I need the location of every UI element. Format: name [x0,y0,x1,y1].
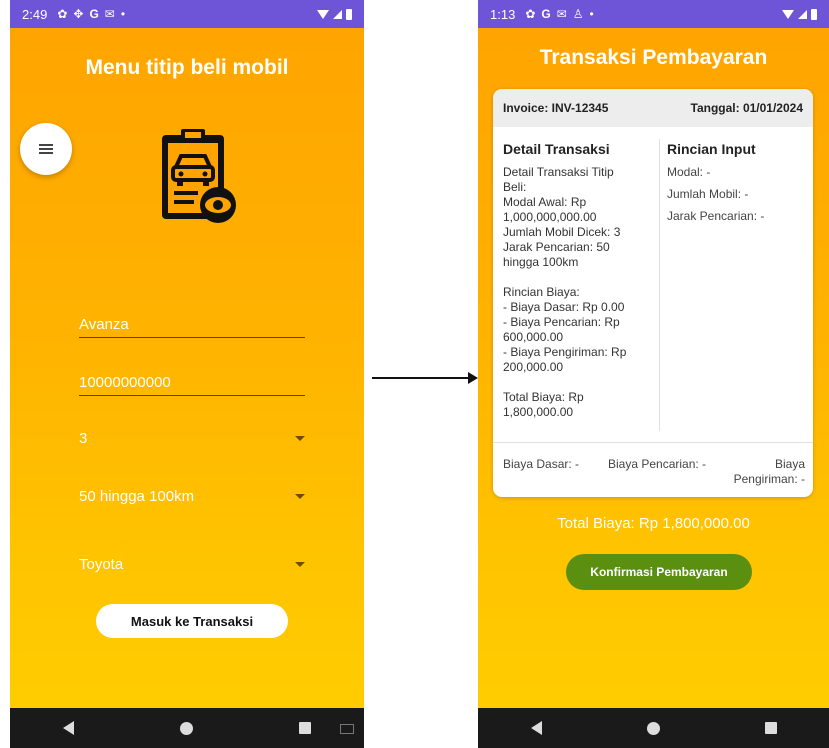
flow-arrow-head [468,372,478,384]
car-count-dropdown[interactable]: 3 [79,430,305,447]
wifi-icon [317,9,329,19]
car-count-value: 3 [79,430,88,447]
search-cost: Biaya Pencarian: - [608,457,707,471]
invoice-number: Invoice: INV-12345 [503,101,609,115]
distance-value: 50 hingga 100km [79,488,195,505]
rincian-title: Rincian Input [667,141,756,157]
status-right [317,8,352,20]
back-icon[interactable] [63,721,74,735]
battery-icon [346,8,352,20]
pinwheel-icon: ✥ [73,7,84,21]
page-title: Transaksi Pembayaran [539,46,768,69]
car-clipboard-icon [162,129,236,223]
rincian-column: Rincian Input Modal: - Jumlah Mobil: - J… [667,141,807,231]
rincian-jarak: Jarak Pencarian: - [667,209,765,223]
dot-icon: • [120,7,126,21]
invoice-header: Invoice: INV-12345 Tanggal: 01/01/2024 [493,89,813,127]
enter-transaction-button[interactable]: Masuk ke Transaksi [96,604,288,638]
cost-footer: Biaya Dasar: - Biaya Pencarian: - Biaya … [493,442,813,497]
settings-icon: ✿ [57,7,68,21]
right-phone-screen: 1:13 ✿ G ✉ ♙ • Transaksi Pembayaran Invo… [478,0,829,748]
model-input[interactable]: Avanza [79,316,305,338]
home-icon[interactable] [646,721,660,735]
chevron-down-icon [295,436,305,441]
detail-column: Detail Transaksi Detail Transaksi Titip … [503,141,649,420]
budget-input[interactable]: 10000000000 [79,374,305,396]
basic-cost: Biaya Dasar: - [503,457,580,471]
detail-title: Detail Transaksi [503,141,610,157]
status-bar: 2:49 ✿ ✥ G ✉ • [10,0,364,28]
status-right [782,8,817,20]
mail-icon: ✉ [104,7,115,21]
invoice-body: Detail Transaksi Detail Transaksi Titip … [493,127,813,441]
person-icon: ♙ [572,7,584,21]
mail-icon: ✉ [556,7,567,21]
status-time: 2:49 [22,6,48,22]
rincian-jumlah: Jumlah Mobil: - [667,187,749,201]
home-icon[interactable] [180,721,193,735]
menu-button[interactable] [20,123,72,175]
recent-apps-icon[interactable] [764,722,777,734]
menu-icon [39,148,53,150]
chevron-down-icon [295,562,305,567]
battery-icon [811,8,817,20]
keyboard-icon[interactable] [340,724,354,734]
signal-icon [333,9,342,19]
recent-apps-icon[interactable] [299,722,311,734]
flow-arrow [372,377,472,379]
signal-icon [798,9,807,19]
shipping-cost: Biaya Pengiriman: - [733,457,805,486]
status-bar: 1:13 ✿ G ✉ ♙ • [478,0,829,28]
brand-value: Toyota [79,556,124,573]
chevron-down-icon [295,494,305,499]
google-icon: G [89,7,99,21]
system-nav-bar [478,708,829,748]
distance-dropdown[interactable]: 50 hingga 100km [79,488,305,505]
rincian-modal: Modal: - [667,165,711,179]
brand-dropdown[interactable]: Toyota [79,556,305,573]
google-icon: G [541,7,551,21]
confirm-payment-button[interactable]: Konfirmasi Pembayaran [566,554,752,590]
dot-icon: • [589,7,594,21]
left-phone-screen: 2:49 ✿ ✥ G ✉ • Menu titip beli mobil Ava… [10,0,364,748]
detail-text: Detail Transaksi Titip Beli: Modal Awal:… [503,165,627,419]
wifi-icon [782,9,794,19]
invoice-date: Tanggal: 01/01/2024 [690,101,804,115]
page-title: Menu titip beli mobil [85,56,289,79]
column-divider [659,139,660,431]
settings-icon: ✿ [525,7,536,21]
back-icon[interactable] [530,721,542,735]
system-nav-bar [10,708,364,748]
invoice-card: Invoice: INV-12345 Tanggal: 01/01/2024 D… [493,89,813,497]
status-time: 1:13 [490,6,516,22]
total-cost: Total Biaya: Rp 1,800,000.00 [557,515,750,532]
